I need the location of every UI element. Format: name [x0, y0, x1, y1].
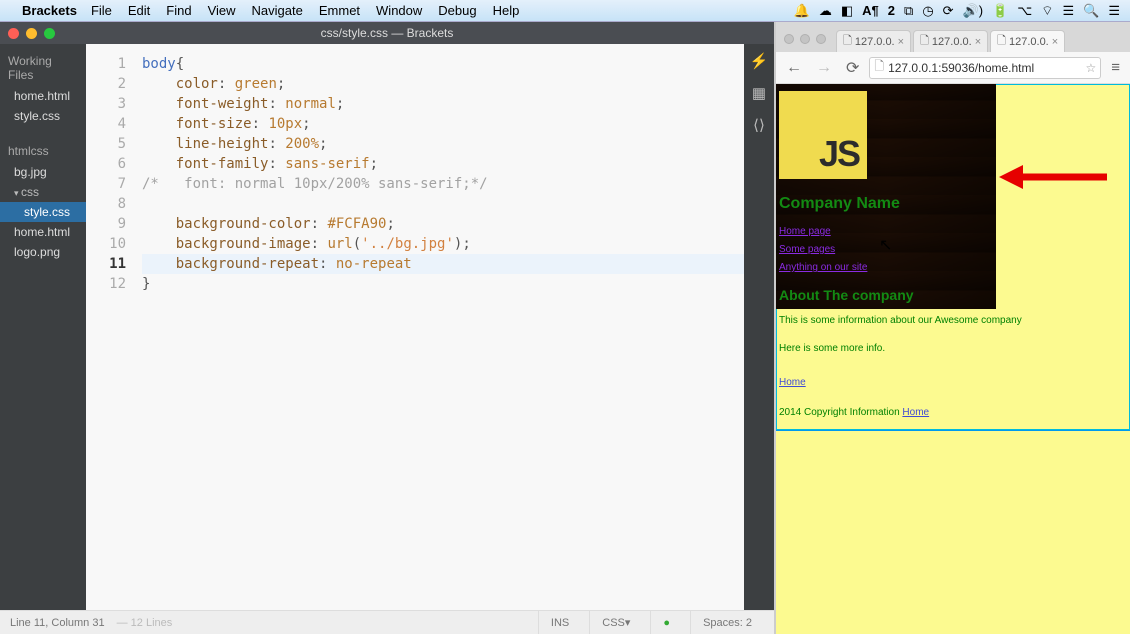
extension-icon[interactable]: ▦	[752, 84, 766, 102]
about-para-1: This is some information about our Aweso…	[779, 311, 1127, 331]
nav-link[interactable]: Anything on our site	[779, 259, 1127, 277]
folder-item[interactable]: css	[0, 182, 86, 202]
close-tab-icon[interactable]: ×	[975, 36, 981, 48]
browser-tab[interactable]: 🗋127.0.0.×	[836, 30, 911, 52]
battery-icon[interactable]: 🔋	[992, 3, 1008, 19]
chrome-window: 🗋127.0.0.×🗋127.0.0.×🗋127.0.0.× ← → ⟳ 🗋 1…	[775, 22, 1130, 634]
menu-find[interactable]: Find	[166, 3, 191, 18]
menu-window[interactable]: Window	[376, 3, 422, 18]
gutter: 123456789101112	[86, 44, 136, 610]
chrome-toolbar: ← → ⟳ 🗋 127.0.0.1:59036/home.html ☆ ≡	[776, 52, 1130, 84]
num-icon[interactable]: 2	[888, 3, 895, 18]
total-lines: — 12 Lines	[117, 617, 173, 629]
vol-icon[interactable]: 🔊)	[963, 3, 984, 19]
brackets-window: css/style.css — Brackets Working Files h…	[0, 22, 775, 634]
url-text: 127.0.0.1:59036/home.html	[888, 61, 1034, 75]
close-tab-icon[interactable]: ×	[898, 36, 904, 48]
page-icon: 🗋	[997, 32, 1006, 51]
alt-icon[interactable]: ☰	[1063, 3, 1075, 19]
file-item[interactable]: style.css	[0, 202, 86, 222]
bt-icon[interactable]: ⌥	[1017, 3, 1032, 19]
bookmark-icon[interactable]: ☆	[1085, 61, 1096, 75]
cursor-position: Line 11, Column 31	[10, 617, 105, 629]
brackets-titlebar: css/style.css — Brackets	[0, 22, 774, 44]
close-button[interactable]	[784, 34, 794, 44]
copyright-home-link[interactable]: Home	[902, 407, 929, 418]
menu-file[interactable]: File	[91, 3, 112, 18]
project-header[interactable]: htmlcss	[0, 140, 86, 162]
menu-help[interactable]: Help	[493, 3, 520, 18]
chrome-tabstrip: 🗋127.0.0.×🗋127.0.0.×🗋127.0.0.×	[776, 22, 1130, 52]
nav-links: Home pageSome pagesAnything on our site	[779, 223, 1127, 277]
reload-button[interactable]: ⟳	[842, 56, 863, 80]
cloud-icon[interactable]: ☁︎	[819, 3, 832, 19]
minimize-button[interactable]	[800, 34, 810, 44]
page-icon: 🗋	[843, 32, 852, 51]
clock-icon[interactable]: ◷	[922, 3, 933, 19]
statusbar: Line 11, Column 31 — 12 Lines INS CSS ▾ …	[0, 610, 774, 634]
about-para-2: Here is some more info.	[779, 339, 1127, 359]
live-preview-icon[interactable]: ⚡	[750, 52, 769, 70]
back-button[interactable]: ←	[782, 57, 806, 79]
list-icon[interactable]: ☰	[1108, 3, 1120, 19]
copyright: 2014 Copyright Information Home	[779, 403, 1127, 423]
about-heading: About The company	[779, 287, 1127, 303]
browser-tab[interactable]: 🗋127.0.0.×	[990, 30, 1065, 52]
forward-button[interactable]: →	[812, 57, 836, 79]
window-title: css/style.css — Brackets	[321, 26, 454, 40]
browser-tab[interactable]: 🗋127.0.0.×	[913, 30, 988, 52]
menu-app-name[interactable]: Brackets	[22, 3, 77, 18]
file-item[interactable]: logo.png	[0, 242, 86, 262]
app-icon[interactable]: ◧	[841, 3, 853, 19]
adobe-icon[interactable]: A¶	[862, 3, 879, 18]
code-area[interactable]: body{ color: green; font-weight: normal;…	[136, 44, 744, 610]
nav-link[interactable]: Some pages	[779, 241, 1127, 259]
working-files-header: Working Files	[0, 50, 86, 86]
zoom-button[interactable]	[44, 28, 55, 39]
lint-status[interactable]: ●	[650, 611, 682, 634]
brackets-sidebar: Working Files home.htmlstyle.css htmlcss…	[0, 44, 86, 610]
dropbox-icon[interactable]: ⧉	[904, 3, 913, 19]
page-icon: 🗋	[874, 57, 884, 78]
page-icon: 🗋	[920, 32, 929, 51]
menu-edit[interactable]: Edit	[128, 3, 150, 18]
company-heading: Company Name	[779, 195, 1127, 213]
ins-mode[interactable]: INS	[538, 611, 581, 634]
footer-home-link[interactable]: Home	[779, 373, 806, 393]
close-tab-icon[interactable]: ×	[1052, 36, 1058, 48]
menu-emmet[interactable]: Emmet	[319, 3, 360, 18]
close-button[interactable]	[8, 28, 19, 39]
zoom-button[interactable]	[816, 34, 826, 44]
working-file[interactable]: home.html	[0, 86, 86, 106]
wifi-icon[interactable]: ⌔	[1041, 3, 1053, 19]
mac-menubar: Brackets File Edit Find View Navigate Emmet Wi…	[0, 0, 1130, 22]
sync-icon[interactable]: ⟳	[943, 3, 954, 19]
brackets-right-toolbar: ⚡ ▦ ⟨⟩	[744, 44, 774, 610]
chrome-menu-icon[interactable]: ≡	[1107, 57, 1124, 78]
code-editor[interactable]: 123456789101112 body{ color: green; font…	[86, 44, 744, 610]
mac-status-icons: 🔔 ☁︎ ◧ A¶ 2 ⧉ ◷ ⟳ 🔊) 🔋 ⌥ ⌔ ☰ 🔍 ☰	[794, 3, 1120, 19]
menu-debug[interactable]: Debug	[438, 3, 476, 18]
menu-navigate[interactable]: Navigate	[252, 3, 303, 18]
file-item[interactable]: home.html	[0, 222, 86, 242]
code-icon[interactable]: ⟨⟩	[753, 116, 765, 134]
notif-icon[interactable]: 🔔	[794, 3, 810, 19]
chrome-window-controls	[784, 34, 826, 44]
working-file[interactable]: style.css	[0, 106, 86, 126]
file-item[interactable]: bg.jpg	[0, 162, 86, 182]
minimize-button[interactable]	[26, 28, 37, 39]
nav-link[interactable]: Home page	[779, 223, 1127, 241]
traffic-lights	[8, 28, 55, 39]
logo: JS	[779, 91, 867, 179]
search-icon[interactable]: 🔍	[1083, 3, 1099, 19]
page-viewport: JS Company Name Home pageSome pagesAnyth…	[776, 84, 1130, 634]
lang-mode[interactable]: CSS ▾	[589, 611, 642, 634]
address-bar[interactable]: 🗋 127.0.0.1:59036/home.html ☆	[869, 57, 1101, 79]
indent-mode[interactable]: Spaces: 2	[690, 611, 764, 634]
menu-view[interactable]: View	[208, 3, 236, 18]
